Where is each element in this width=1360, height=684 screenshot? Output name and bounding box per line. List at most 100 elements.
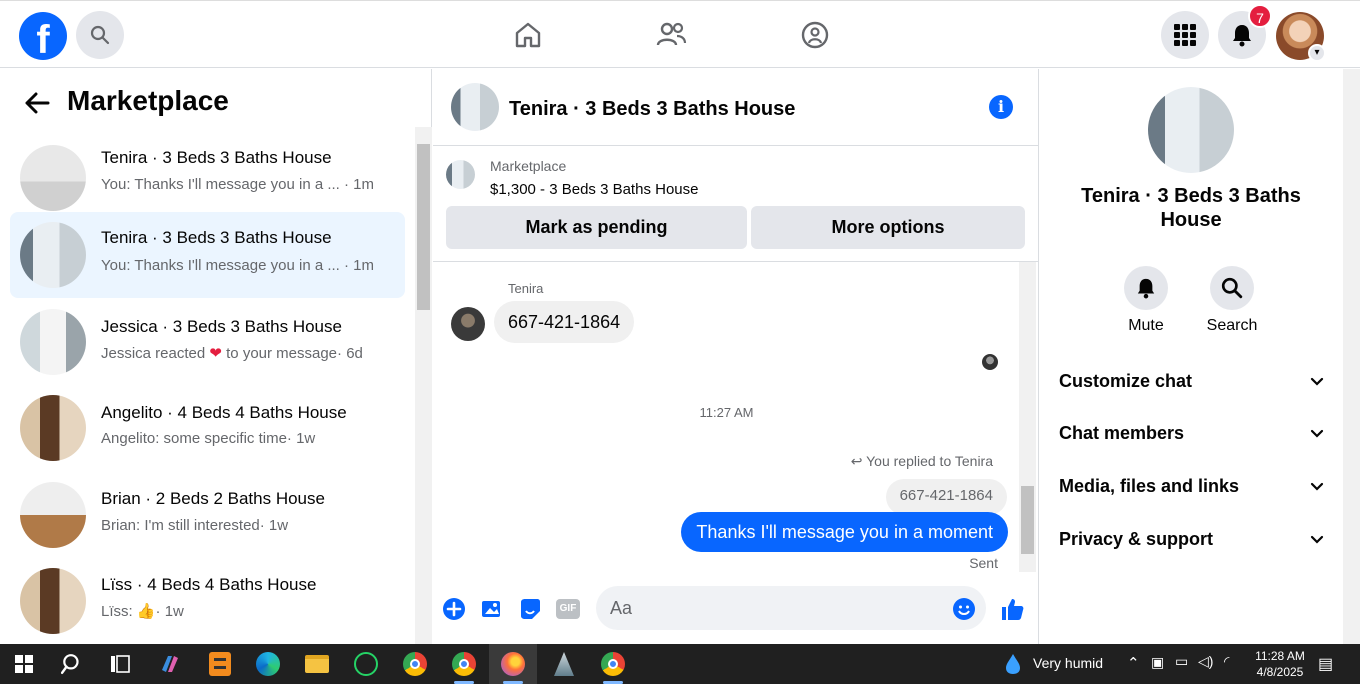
chat-members-section[interactable]: Chat members <box>1059 423 1325 453</box>
conversation-title: Angelito · 4 Beds 4 Baths House <box>101 403 347 422</box>
chrome-browser-icon[interactable] <box>391 644 439 684</box>
listing-thumbnail <box>20 395 86 461</box>
conversation-details-panel: Tenira · 3 Beds 3 Baths House Mute Searc… <box>1040 69 1343 644</box>
home-tab[interactable] <box>508 15 548 55</box>
incoming-message[interactable]: 667-421-1864 <box>494 301 635 343</box>
listing-thumbnail <box>20 145 86 211</box>
edge-browser-icon[interactable] <box>244 644 292 684</box>
conversation-title: Brian · 2 Beds 2 Baths House <box>101 489 325 508</box>
gif-icon[interactable]: GIF <box>555 596 581 622</box>
windows-logo-icon <box>15 655 33 673</box>
sidebar-scrollbar-thumb[interactable] <box>417 144 430 310</box>
notification-badge: 7 <box>1248 4 1272 28</box>
reply-indicator: ↩ You replied to Tenira <box>850 453 993 469</box>
sticker-icon[interactable] <box>517 596 543 622</box>
listing-price-title[interactable]: $1,300 - 3 Beds 3 Baths House <box>490 181 698 198</box>
battery-icon[interactable]: ▭ <box>1175 653 1188 670</box>
media-files-links-section[interactable]: Media, files and links <box>1059 476 1325 506</box>
emoji-icon[interactable] <box>951 596 977 622</box>
conversation-item[interactable]: Brian · 2 Beds 2 Baths House Brian: I'm … <box>10 472 405 558</box>
page-scrollbar[interactable] <box>1343 69 1360 644</box>
message-timestamp: 11:27 AM <box>699 405 754 420</box>
outgoing-message[interactable]: Thanks I'll message you in a moment <box>681 512 1008 552</box>
listing-thumbnail[interactable] <box>446 160 475 189</box>
heart-icon: ❤ <box>209 345 222 362</box>
search-icon <box>61 654 79 675</box>
chrome-profile-icon[interactable] <box>589 644 637 684</box>
chevron-down-icon <box>1310 535 1324 544</box>
search-in-conversation-button[interactable]: Search <box>1202 266 1262 335</box>
conversation-item[interactable]: Jessica · 3 Beds 3 Baths House Jessica r… <box>10 299 405 385</box>
conversation-avatar[interactable] <box>1148 87 1234 173</box>
conversation-preview: Jessica reacted ❤ to your message· 6d <box>101 345 363 362</box>
notification-center-icon[interactable]: ▤ <box>1318 654 1333 674</box>
chevron-down-icon <box>1310 482 1324 491</box>
conversation-title: Jessica · 3 Beds 3 Baths House <box>101 317 342 336</box>
conversation-title: Tenira · 3 Beds 3 Baths House <box>101 148 332 167</box>
copilot-app-icon[interactable] <box>146 644 194 684</box>
chevron-down-icon <box>1310 429 1324 438</box>
mark-as-pending-button[interactable]: Mark as pending <box>446 206 747 249</box>
info-icon[interactable]: i <box>989 95 1013 119</box>
start-button[interactable] <box>0 644 48 684</box>
sublime-text-app-icon[interactable] <box>196 644 244 684</box>
sender-avatar[interactable] <box>451 307 485 341</box>
conversation-title: Tenira · 3 Beds 3 Baths House <box>101 228 332 247</box>
mute-button[interactable]: Mute <box>1116 266 1176 335</box>
chat-title[interactable]: Tenira · 3 Beds 3 Baths House <box>509 98 795 121</box>
conversation-preview: You: Thanks I'll message you in a ... · … <box>101 176 375 193</box>
privacy-support-section[interactable]: Privacy & support <box>1059 529 1325 559</box>
groups-tab[interactable] <box>795 15 835 55</box>
conversation-preview: Brian: I'm still interested· 1w <box>101 517 289 534</box>
weather-status[interactable]: Very humid <box>1033 655 1103 671</box>
facebook-logo[interactable]: f <box>19 12 67 60</box>
whatsapp-icon[interactable] <box>342 644 390 684</box>
listing-thumbnail <box>20 482 86 548</box>
chevron-down-icon[interactable]: ▾ <box>1308 44 1326 62</box>
weather-icon[interactable] <box>993 644 1033 684</box>
back-arrow-icon[interactable] <box>24 89 50 121</box>
chat-avatar[interactable] <box>451 83 499 131</box>
search-icon <box>90 25 110 45</box>
camera-icon[interactable]: ▣ <box>1151 654 1164 671</box>
system-clock[interactable]: 11:28 AM 4/8/2025 <box>1245 648 1315 680</box>
customize-chat-section[interactable]: Customize chat <box>1059 371 1325 401</box>
chat-header: Tenira · 3 Beds 3 Baths House i <box>433 69 1039 146</box>
conversation-item[interactable]: Lïss · 4 Beds 4 Baths House Lïss: 👍· 1w <box>10 558 405 644</box>
friends-tab[interactable] <box>651 15 691 55</box>
grid-menu-icon <box>1174 24 1196 46</box>
like-thumb-icon[interactable] <box>999 596 1025 622</box>
listing-label: Marketplace <box>490 158 567 174</box>
conversation-preview: You: Thanks I'll message you in a ... · … <box>101 257 375 274</box>
chrome-profile-icon[interactable] <box>440 644 488 684</box>
app-icon[interactable] <box>540 644 588 684</box>
menu-button[interactable] <box>1161 11 1209 59</box>
conversation-name: Tenira · 3 Beds 3 Baths House <box>1081 185 1301 231</box>
listing-summary: Marketplace $1,300 - 3 Beds 3 Baths Hous… <box>433 147 1039 262</box>
page-title: Marketplace <box>67 85 229 116</box>
conversation-item-active[interactable]: Tenira · 3 Beds 3 Baths House You: Thank… <box>10 212 405 298</box>
taskbar-search-button[interactable] <box>48 644 96 684</box>
more-options-button[interactable]: More options <box>751 206 1025 249</box>
message-input[interactable] <box>596 586 986 630</box>
file-explorer-icon[interactable] <box>293 644 341 684</box>
conversation-item[interactable]: Tenira · 3 Beds 3 Baths House You: Thank… <box>10 135 405 221</box>
search-button[interactable] <box>76 11 124 59</box>
conversation-title: Lïss · 4 Beds 4 Baths House <box>101 575 317 594</box>
groups-icon <box>801 21 829 49</box>
windows-taskbar: Very humid ⌃ ▣ ▭ ◁) ◜ 11:28 AM 4/8/2025 … <box>0 644 1360 684</box>
home-icon <box>515 22 541 48</box>
reply-arrow-icon: ↩ <box>850 453 863 469</box>
conversation-preview: Lïss: 👍· 1w <box>101 603 184 620</box>
firefox-browser-icon[interactable] <box>489 644 537 684</box>
conversation-item[interactable]: Angelito · 4 Beds 4 Baths House Angelito… <box>10 385 405 471</box>
image-icon[interactable] <box>479 596 505 622</box>
chat-scrollbar-thumb[interactable] <box>1021 486 1034 554</box>
task-view-button[interactable] <box>96 644 144 684</box>
chevron-up-icon[interactable]: ⌃ <box>1127 654 1140 672</box>
quoted-message[interactable]: 667-421-1864 <box>885 479 1007 515</box>
friends-icon <box>656 22 687 46</box>
wifi-icon[interactable]: ◜ <box>1224 653 1229 670</box>
volume-icon[interactable]: ◁) <box>1198 653 1213 670</box>
plus-circle-icon[interactable] <box>441 596 467 622</box>
